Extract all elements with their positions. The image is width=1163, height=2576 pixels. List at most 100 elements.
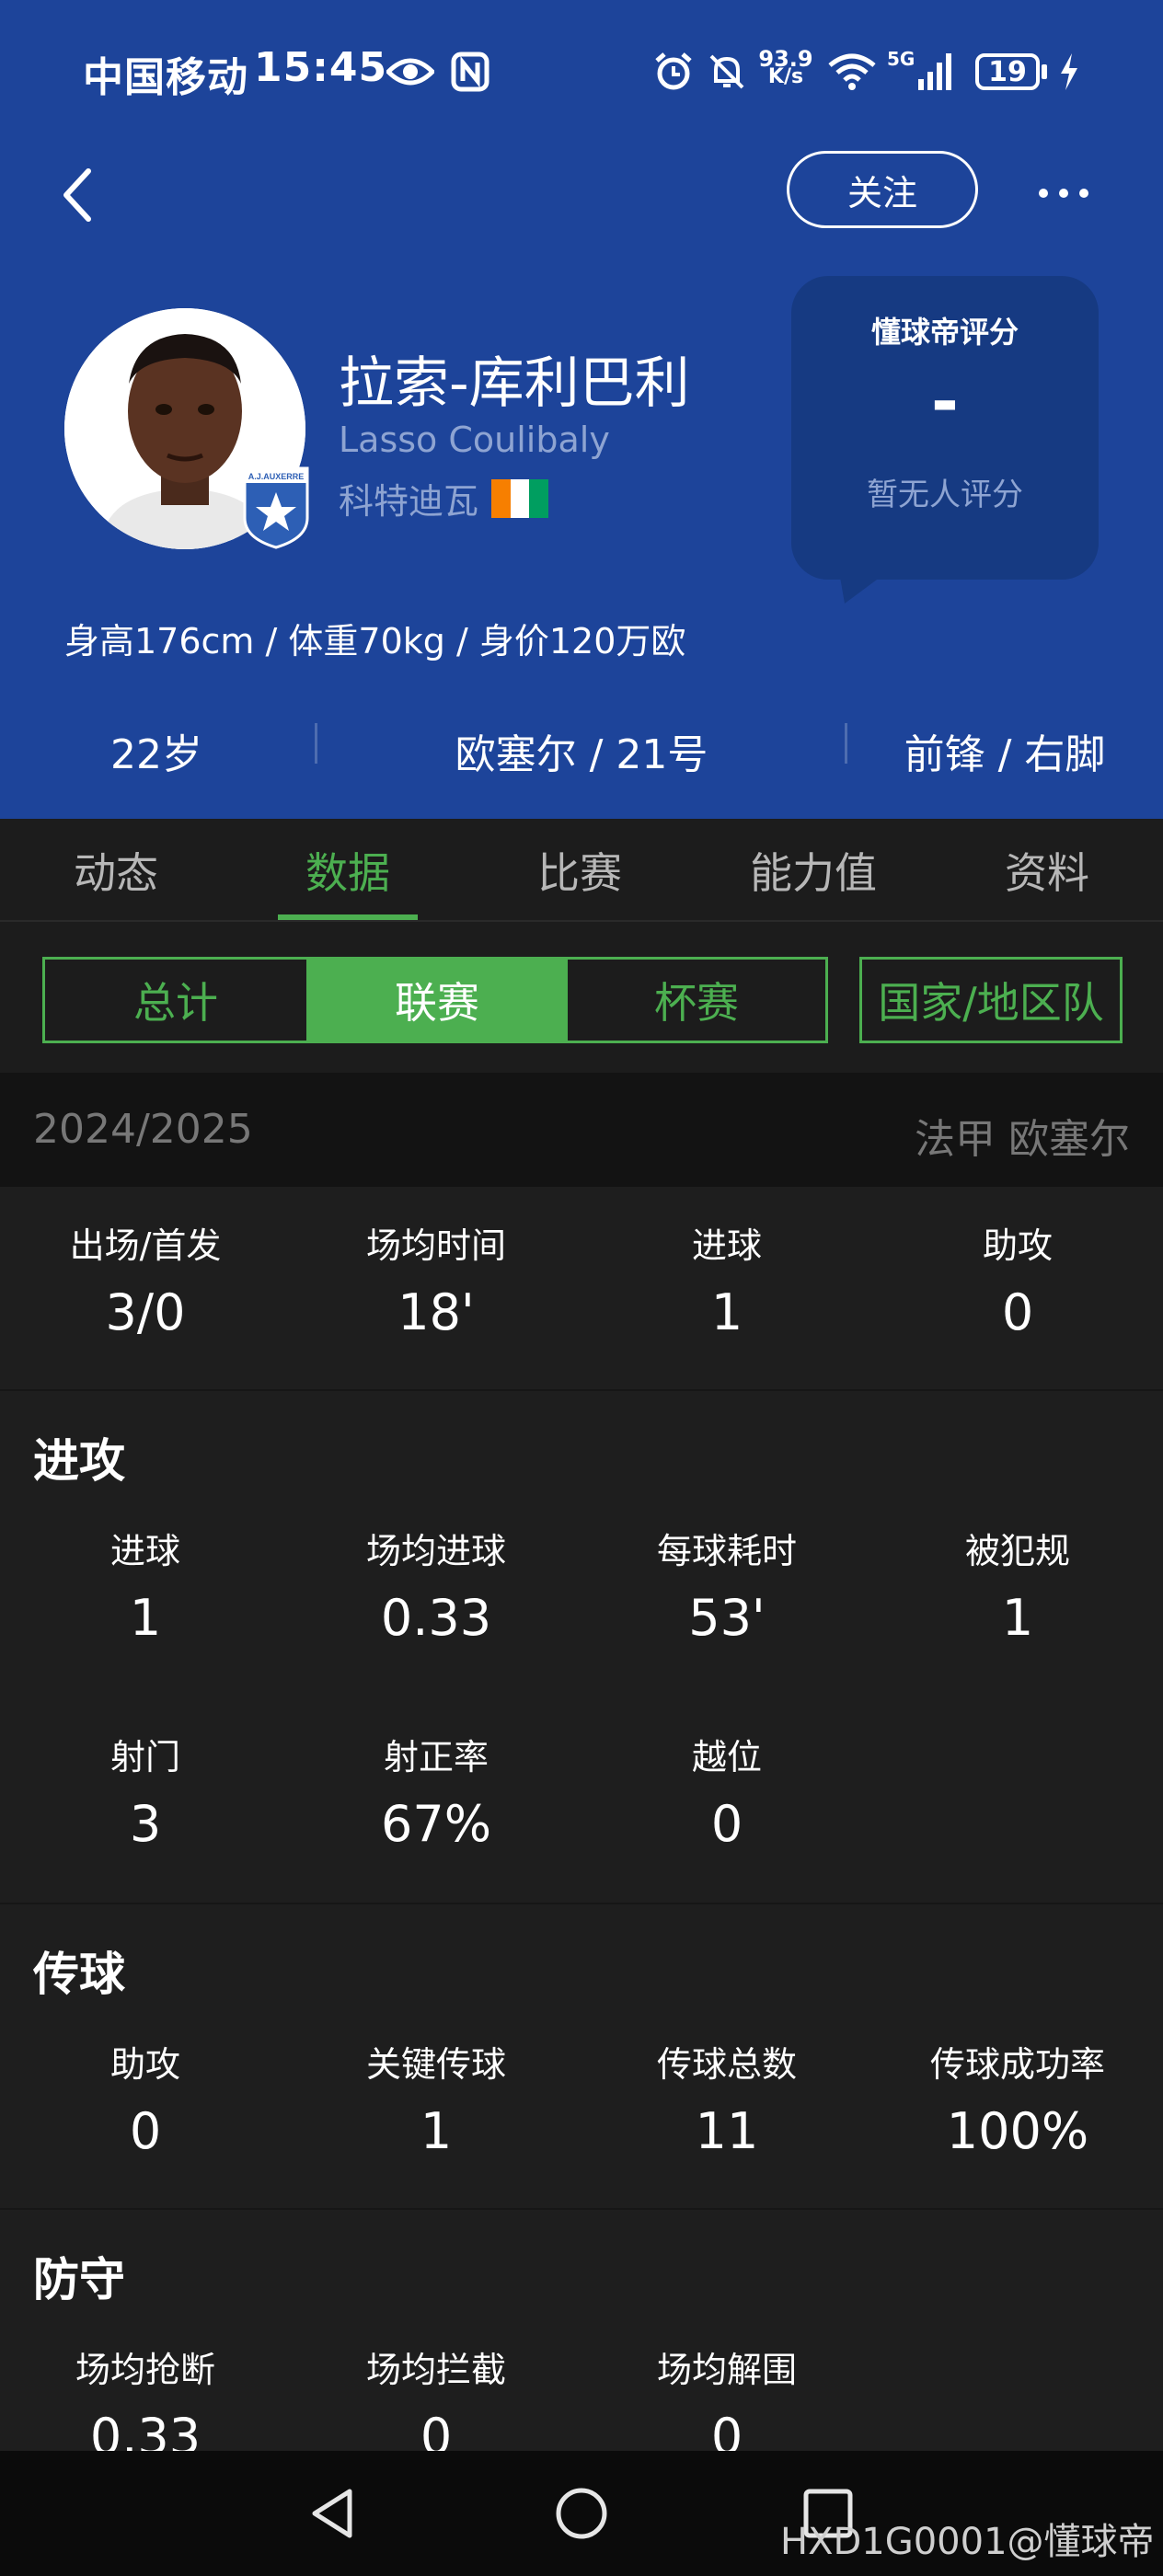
stat-label: 关键传球 — [365, 2044, 506, 2085]
nfc-icon — [449, 52, 491, 92]
stat-offsides: 越位 0 — [582, 1733, 872, 1853]
rating-subtitle: 暂无人评分 — [867, 477, 1023, 513]
stat-value: 1 — [1001, 1589, 1034, 1647]
competition-segment: 总计 联赛 杯赛 — [42, 957, 828, 1043]
wifi-icon — [826, 52, 878, 92]
tab-matches[interactable]: 比赛 — [464, 819, 696, 922]
stat-key-passes: 关键传球 1 — [291, 2041, 582, 2160]
stat-value: 0 — [710, 1795, 743, 1853]
bell-off-icon — [705, 52, 749, 92]
tab-news[interactable]: 动态 — [0, 819, 232, 922]
summary-stats: 出场/首发 3/0 场均时间 18' 进球 1 助攻 0 — [0, 1187, 1163, 1391]
stat-shot-accuracy: 射正率 67% — [291, 1733, 582, 1853]
watermark-text: HXD1G0001@懂球帝 — [780, 2521, 1155, 2563]
stat-value: 1 — [129, 1589, 162, 1647]
stat-value: 1 — [420, 2102, 453, 2160]
network-type: 5G — [887, 48, 915, 70]
stat-total-passes: 传球总数 11 — [582, 2041, 872, 2160]
net-speed-unit: K/s — [767, 65, 804, 88]
stat-value: 100% — [946, 2102, 1089, 2160]
stat-avg-minutes: 场均时间 18' — [291, 1222, 582, 1341]
stat-value: 11 — [695, 2102, 759, 2160]
follow-button[interactable]: 关注 — [787, 151, 978, 228]
nav-back-icon[interactable] — [304, 2484, 363, 2543]
battery-icon: 19 — [975, 52, 1047, 92]
segment-total[interactable]: 总计 — [45, 960, 306, 1041]
stat-goals-per-game: 场均进球 0.33 — [291, 1527, 582, 1647]
stat-value: 0 — [710, 2408, 743, 2452]
segment-league[interactable]: 联赛 — [306, 960, 568, 1041]
tab-profile[interactable]: 资料 — [931, 819, 1163, 922]
top-navigation: 关注 — [0, 147, 1163, 239]
charging-icon — [1056, 52, 1082, 92]
player-physique: 身高176cm / 体重70kg / 身价120万欧 — [64, 621, 686, 661]
stat-value: 0 — [129, 2102, 162, 2160]
stat-label: 射正率 — [383, 1737, 489, 1777]
player-name-en: Lasso Coulibaly — [339, 420, 610, 460]
player-age: 22岁 — [110, 731, 202, 778]
season-bar[interactable]: 2024/2025 法甲 欧塞尔 — [0, 1073, 1163, 1187]
stat-label: 进球 — [109, 1531, 180, 1571]
tab-ability[interactable]: 能力值 — [696, 819, 931, 922]
stat-value: 1 — [710, 1283, 743, 1341]
season-label: 2024/2025 — [33, 1106, 253, 1153]
back-arrow-icon[interactable] — [55, 156, 110, 230]
clock: 15:45 — [254, 44, 388, 91]
nationality-label: 科特迪瓦 — [339, 481, 479, 522]
rating-value: - — [931, 362, 959, 440]
stat-clearances-per-game: 场均解围 0 — [582, 2346, 872, 2451]
status-bar: 中国移动 15:45 93.9 K/s 5G 19 — [0, 0, 1163, 147]
stat-label: 出场/首发 — [69, 1225, 222, 1266]
league-club-label: 法甲 欧塞尔 — [915, 1116, 1130, 1163]
stat-label: 场均解围 — [656, 2350, 797, 2390]
club-badge-text: A.J.AUXERRE — [248, 472, 305, 481]
stat-shots: 射门 3 — [0, 1733, 291, 1853]
stat-value: 0.33 — [89, 2408, 202, 2452]
stat-label: 传球总数 — [656, 2044, 797, 2085]
national-team-button[interactable]: 国家/地区队 — [859, 957, 1123, 1043]
stat-assists: 助攻 0 — [872, 1222, 1163, 1341]
stat-label: 助攻 — [982, 1225, 1053, 1266]
defense-section: 防守 场均抢断 0.33 场均拦截 0 场均解围 0 — [0, 2210, 1163, 2451]
stat-label: 越位 — [691, 1737, 762, 1777]
segment-cup[interactable]: 杯赛 — [568, 960, 825, 1041]
nav-home-icon[interactable] — [552, 2484, 611, 2543]
stat-label: 场均进球 — [365, 1531, 506, 1571]
stat-value: 0.33 — [380, 1589, 492, 1647]
eye-icon — [385, 52, 436, 92]
carrier-label: 中国移动 — [83, 54, 248, 101]
main-tabs: 动态 数据 比赛 能力值 资料 — [0, 819, 1163, 922]
stat-value: 3/0 — [105, 1283, 186, 1341]
attack-section: 进攻 进球 1 场均进球 0.33 每球耗时 53' 被犯规 1 射门 3 射正… — [0, 1391, 1163, 1904]
stat-label: 场均时间 — [365, 1225, 506, 1266]
divider — [315, 723, 317, 764]
player-header: 中国移动 15:45 93.9 K/s 5G 19 关注 A.J.AUXERRE… — [0, 0, 1163, 819]
stat-value: 67% — [380, 1795, 492, 1853]
net-speed: 93.9 K/s — [758, 48, 813, 88]
stat-interceptions-per-game: 场均拦截 0 — [291, 2346, 582, 2451]
stat-tackles-per-game: 场均抢断 0.33 — [0, 2346, 291, 2451]
rating-title: 懂球帝评分 — [870, 315, 1019, 350]
battery-level: 19 — [988, 55, 1027, 88]
stat-label: 被犯规 — [964, 1531, 1070, 1571]
stat-value: 0 — [1001, 1283, 1034, 1341]
stat-fouled: 被犯规 1 — [872, 1527, 1163, 1647]
stat-value: 18' — [397, 1283, 475, 1341]
alarm-icon — [651, 52, 696, 92]
active-tab-indicator — [278, 914, 418, 920]
stat-label: 助攻 — [109, 2044, 180, 2085]
signal-icon: 5G — [887, 48, 955, 92]
stat-minutes-per-goal: 每球耗时 53' — [582, 1527, 872, 1647]
passing-section: 传球 助攻 0 关键传球 1 传球总数 11 传球成功率 100% — [0, 1904, 1163, 2210]
player-position-foot: 前锋 / 右脚 — [904, 731, 1106, 778]
stat-label: 每球耗时 — [656, 1531, 797, 1571]
stat-goals: 进球 1 — [582, 1222, 872, 1341]
stat-label: 进球 — [691, 1225, 762, 1266]
more-icon[interactable] — [1027, 166, 1100, 221]
club-badge: A.J.AUXERRE — [241, 465, 311, 549]
tab-data[interactable]: 数据 — [232, 819, 464, 922]
stat-label: 传球成功率 — [929, 2044, 1105, 2085]
stat-label: 射门 — [109, 1737, 180, 1777]
rating-card[interactable]: 懂球帝评分 - 暂无人评分 — [791, 276, 1099, 580]
player-club-number: 欧塞尔 / 21号 — [455, 731, 708, 778]
